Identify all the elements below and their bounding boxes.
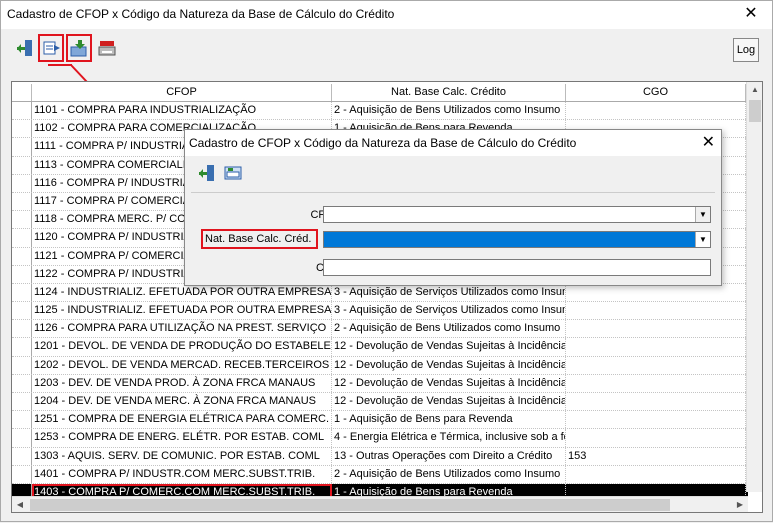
dialog-toolbar <box>191 160 247 188</box>
table-row[interactable]: 1203 - DEV. DE VENDA PROD. À ZONA FRCA M… <box>12 374 748 393</box>
row-indicator[interactable] <box>12 447 32 465</box>
row-indicator[interactable] <box>12 411 32 429</box>
scroll-thumb[interactable] <box>749 100 761 122</box>
main-window: Cadastro de CFOP x Código da Natureza da… <box>0 0 773 522</box>
cell-cfop[interactable]: 1125 - INDUSTRIALIZ. EFETUADA POR OUTRA … <box>32 302 332 320</box>
cell-cgo[interactable] <box>566 338 746 356</box>
chevron-down-icon[interactable]: ▼ <box>695 207 710 222</box>
cell-cfop[interactable]: 1204 - DEV. DE VENDA MERC. À ZONA FRCA M… <box>32 393 332 411</box>
table-row[interactable]: 1126 - COMPRA PARA UTILIZAÇÃO NA PREST. … <box>12 320 748 339</box>
column-header-nat[interactable]: Nat. Base Calc. Crédito <box>332 84 566 101</box>
row-indicator[interactable] <box>12 211 32 229</box>
scroll-left-icon[interactable]: ◀ <box>12 497 28 512</box>
table-row[interactable]: 1303 - AQUIS. SERV. DE COMUNIC. POR ESTA… <box>12 447 748 466</box>
cell-nat[interactable]: 4 - Energia Elétrica e Térmica, inclusiv… <box>332 429 566 447</box>
row-indicator[interactable] <box>12 102 32 120</box>
edit-dialog: Cadastro de CFOP x Código da Natureza da… <box>184 129 722 286</box>
nat-label: Nat. Base Calc. Créd. <box>205 233 312 245</box>
cell-nat[interactable]: 12 - Devolução de Vendas Sujeitas à Inci… <box>332 338 566 356</box>
row-indicator[interactable] <box>12 320 32 338</box>
chevron-down-icon[interactable]: ▼ <box>695 232 710 247</box>
cell-cgo[interactable] <box>566 411 746 429</box>
row-indicator[interactable] <box>12 229 32 247</box>
cell-cgo[interactable] <box>566 302 746 320</box>
table-row[interactable]: 1201 - DEVOL. DE VENDA DE PRODUÇÃO DO ES… <box>12 338 748 357</box>
cell-nat[interactable]: 12 - Devolução de Vendas Sujeitas à Inci… <box>332 356 566 374</box>
cell-cfop[interactable]: 1203 - DEV. DE VENDA PROD. À ZONA FRCA M… <box>32 374 332 392</box>
cell-cfop[interactable]: 1303 - AQUIS. SERV. DE COMUNIC. POR ESTA… <box>32 447 332 465</box>
row-indicator-header <box>12 84 32 101</box>
dialog-title: Cadastro de CFOP x Código da Natureza da… <box>189 136 577 150</box>
cell-cgo[interactable] <box>566 356 746 374</box>
table-row[interactable]: 1202 - DEVOL. DE VENDA MERCAD. RECEB.TER… <box>12 356 748 375</box>
cell-cfop[interactable]: 1124 - INDUSTRIALIZ. EFETUADA POR OUTRA … <box>32 283 332 302</box>
table-row[interactable]: 1124 - INDUSTRIALIZ. EFETUADA POR OUTRA … <box>12 283 748 303</box>
row-indicator[interactable] <box>12 174 32 192</box>
cell-nat[interactable]: 2 - Aquisição de Bens Utilizados como In… <box>332 102 566 120</box>
cell-cgo[interactable] <box>566 320 746 338</box>
cell-cgo[interactable] <box>566 429 746 447</box>
row-indicator[interactable] <box>12 156 32 174</box>
horizontal-scrollbar[interactable]: ◀ ▶ <box>12 496 748 512</box>
cell-cgo[interactable] <box>566 102 746 120</box>
nat-combo[interactable]: ▼ <box>323 231 711 248</box>
dialog-save-icon <box>224 166 242 180</box>
dialog-save-button[interactable] <box>221 160 245 186</box>
cell-cfop[interactable]: 1253 - COMPRA DE ENERG. ELÉTR. POR ESTAB… <box>32 429 332 447</box>
cell-cgo[interactable] <box>566 374 746 392</box>
row-indicator[interactable] <box>12 302 32 320</box>
scroll-right-icon[interactable]: ▶ <box>732 497 748 512</box>
cell-cgo[interactable] <box>566 393 746 411</box>
cell-cgo[interactable] <box>566 465 746 483</box>
row-indicator[interactable] <box>12 465 32 483</box>
vertical-scrollbar[interactable]: ▲ <box>746 82 762 492</box>
row-indicator[interactable] <box>12 338 32 356</box>
cell-cfop[interactable]: 1201 - DEVOL. DE VENDA DE PRODUÇÃO DO ES… <box>32 338 332 356</box>
horizontal-scroll-thumb[interactable] <box>30 499 670 511</box>
cell-cfop[interactable]: 1101 - COMPRA PARA INDUSTRIALIZAÇÃO <box>32 102 332 120</box>
cell-nat[interactable]: 3 - Aquisição de Serviços Utilizados com… <box>332 302 566 320</box>
row-indicator[interactable] <box>12 429 32 447</box>
row-indicator[interactable] <box>12 138 32 156</box>
row-indicator[interactable] <box>12 247 32 265</box>
cgo-input[interactable] <box>323 259 711 276</box>
row-indicator[interactable] <box>12 393 32 411</box>
table-row[interactable]: 1204 - DEV. DE VENDA MERC. À ZONA FRCA M… <box>12 393 748 412</box>
cell-nat[interactable]: 13 - Outras Operações com Direito a Créd… <box>332 447 566 465</box>
row-indicator[interactable] <box>12 265 32 283</box>
table-row[interactable]: 1401 - COMPRA P/ INDUSTR.COM MERC.SUBST.… <box>12 465 748 484</box>
dialog-form: CFOP ▼ Nat. Base Calc. Créd. ▼ CGO <box>191 192 715 284</box>
row-indicator[interactable] <box>12 374 32 392</box>
dialog-title-bar: Cadastro de CFOP x Código da Natureza da… <box>185 130 721 156</box>
cfop-combo[interactable]: ▼ <box>323 206 711 223</box>
row-indicator[interactable] <box>12 120 32 138</box>
cell-cfop[interactable]: 1401 - COMPRA P/ INDUSTR.COM MERC.SUBST.… <box>32 465 332 483</box>
table-row[interactable]: 1125 - INDUSTRIALIZ. EFETUADA POR OUTRA … <box>12 302 748 321</box>
table-row[interactable]: 1101 - COMPRA PARA INDUSTRIALIZAÇÃO 2 - A… <box>12 102 748 121</box>
cell-nat[interactable]: 2 - Aquisição de Bens Utilizados como In… <box>332 465 566 483</box>
cell-nat[interactable]: 12 - Devolução de Vendas Sujeitas à Inci… <box>332 374 566 392</box>
cell-cgo[interactable]: 153 <box>566 447 746 465</box>
grid-header: CFOP Nat. Base Calc. Crédito CGO <box>12 84 752 102</box>
row-indicator[interactable] <box>12 192 32 211</box>
cell-cgo[interactable] <box>566 283 746 302</box>
scroll-up-icon[interactable]: ▲ <box>747 82 762 98</box>
row-indicator[interactable] <box>12 356 32 374</box>
cell-cfop[interactable]: 1202 - DEVOL. DE VENDA MERCAD. RECEB.TER… <box>32 356 332 374</box>
dialog-close-button[interactable]: ✕ <box>702 132 715 152</box>
cell-nat[interactable]: 12 - Devolução de Vendas Sujeitas à Inci… <box>332 393 566 411</box>
table-row[interactable]: 1253 - COMPRA DE ENERG. ELÉTR. POR ESTAB… <box>12 429 748 448</box>
dialog-exit-button[interactable] <box>195 160 219 186</box>
cell-nat[interactable]: 1 - Aquisição de Bens para Revenda <box>332 411 566 429</box>
row-indicator[interactable] <box>12 283 32 302</box>
table-row[interactable]: 1251 - COMPRA DE ENERGIA ELÉTRICA PARA C… <box>12 411 748 430</box>
cell-cfop[interactable]: 1126 - COMPRA PARA UTILIZAÇÃO NA PREST. … <box>32 320 332 338</box>
column-header-cfop[interactable]: CFOP <box>32 84 332 101</box>
cell-cfop[interactable]: 1251 - COMPRA DE ENERGIA ELÉTRICA PARA C… <box>32 411 332 429</box>
cell-nat[interactable]: 2 - Aquisição de Bens Utilizados como In… <box>332 320 566 338</box>
cell-nat[interactable]: 3 - Aquisição de Serviços Utilizados com… <box>332 283 566 302</box>
column-header-cgo[interactable]: CGO <box>566 84 746 101</box>
dialog-exit-icon <box>199 165 214 181</box>
